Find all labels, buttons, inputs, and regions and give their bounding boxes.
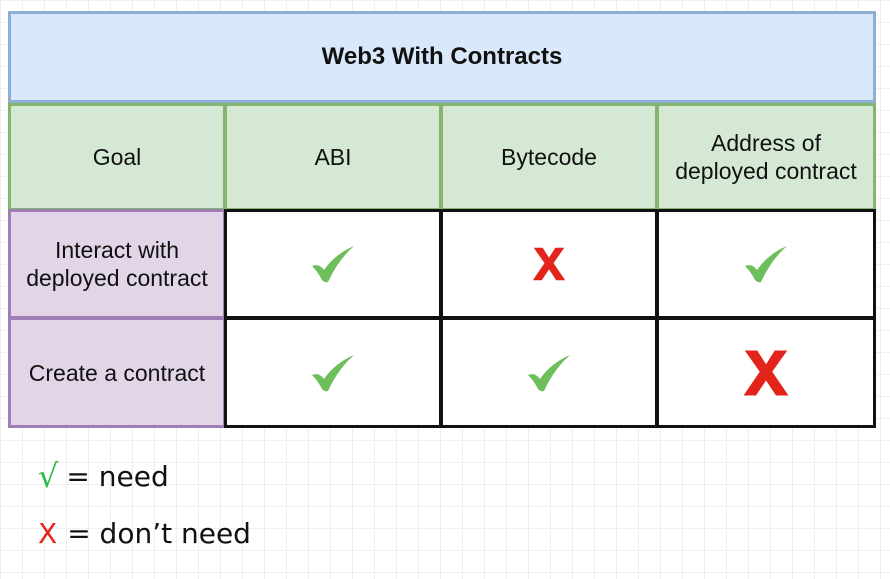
contracts-table: Web3 With Contracts Goal ABI Bytecode Ad… xyxy=(8,11,876,428)
check-mark-shape xyxy=(312,354,354,391)
legend-x-icon: X xyxy=(38,517,58,550)
status-mark xyxy=(741,348,791,398)
row-goal-interact-line-2: deployed contract xyxy=(26,265,208,291)
cell-interact-bytecode xyxy=(440,209,658,319)
check-mark-shape xyxy=(745,246,787,283)
header-goal: Goal xyxy=(8,103,226,211)
cell-interact-abi xyxy=(224,209,442,319)
cell-create-address xyxy=(656,317,876,428)
legend-dont-need: X = don’t need xyxy=(38,517,251,550)
check-mark-icon xyxy=(312,246,354,283)
header-address-line-1: Address of xyxy=(711,130,821,156)
legend-check-icon: √ xyxy=(38,457,59,495)
legend-need-text: = need xyxy=(66,459,169,493)
header-bytecode-text: Bytecode xyxy=(501,144,597,170)
check-mark-icon xyxy=(312,354,354,391)
cell-create-abi xyxy=(224,317,442,428)
row-goal-create-text: Create a contract xyxy=(29,359,205,387)
legend-dont-need-text: = don’t need xyxy=(67,517,251,550)
status-mark xyxy=(743,244,789,284)
header-abi: ABI xyxy=(224,103,442,211)
status-mark xyxy=(526,353,572,393)
status-mark xyxy=(310,244,356,284)
check-mark-shape xyxy=(312,246,354,283)
x-mark-icon xyxy=(743,350,789,395)
header-abi-text: ABI xyxy=(314,144,352,170)
cell-create-bytecode xyxy=(440,317,658,428)
header-address: Address of deployed contract xyxy=(656,103,876,211)
header-address-text: Address of deployed contract xyxy=(675,129,857,185)
header-goal-text: Goal xyxy=(92,144,142,170)
row-goal-interact-line-1: Interact with xyxy=(54,237,179,263)
x-mark-shape xyxy=(532,247,566,281)
table-title-text: Web3 With Contracts xyxy=(321,43,563,70)
table-title: Web3 With Contracts xyxy=(8,11,876,103)
check-mark-icon xyxy=(745,246,787,283)
status-mark xyxy=(531,246,567,282)
header-address-line-2: deployed contract xyxy=(675,158,857,184)
check-mark-icon xyxy=(528,354,570,391)
cell-interact-address xyxy=(656,209,876,319)
legend-need: √ = need xyxy=(38,457,169,495)
check-mark-shape xyxy=(528,354,570,391)
row-goal-interact: Interact with deployed contract xyxy=(8,209,226,319)
header-bytecode: Bytecode xyxy=(440,103,658,211)
x-mark-shape xyxy=(743,350,789,395)
row-goal-create-line-1: Create a contract xyxy=(28,359,206,386)
x-mark-icon xyxy=(532,247,566,281)
row-goal-create: Create a contract xyxy=(8,317,226,428)
status-mark xyxy=(310,353,356,393)
row-goal-interact-text: Interact with deployed contract xyxy=(26,236,208,292)
